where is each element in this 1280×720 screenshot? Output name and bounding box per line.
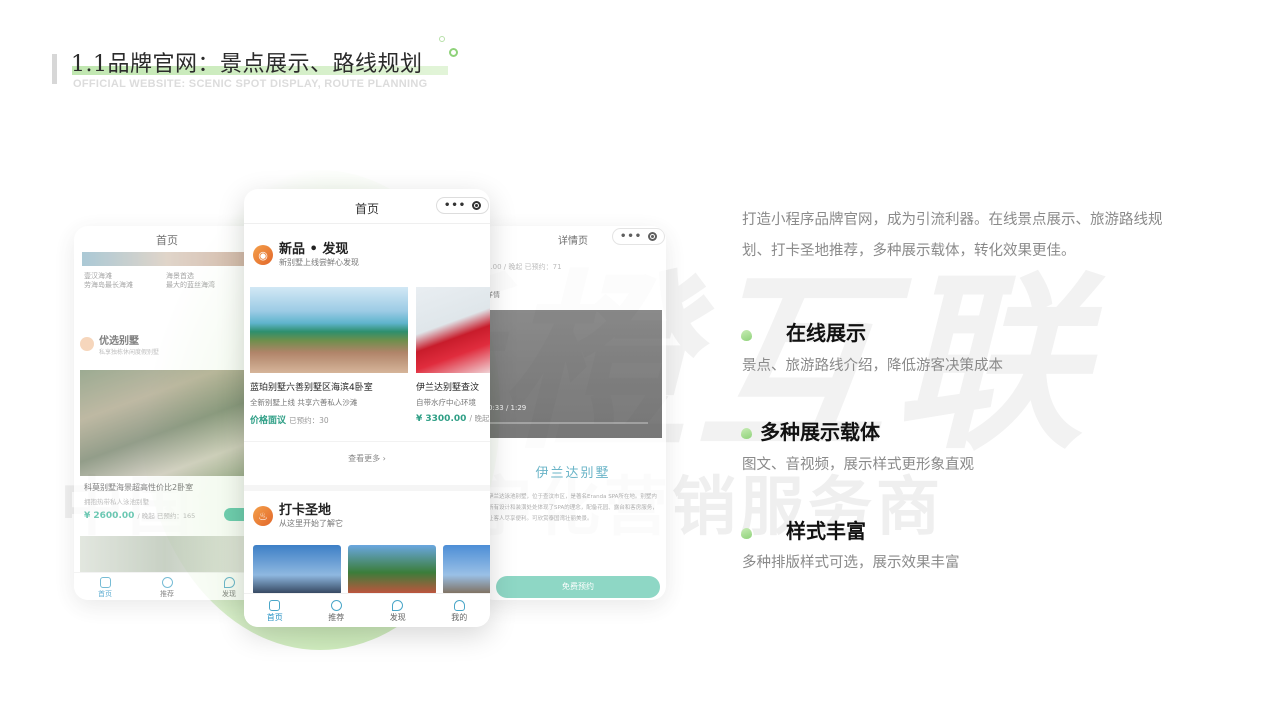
title-bar-accent <box>52 54 57 84</box>
checkin-photo-2[interactable] <box>348 545 436 595</box>
feature-title: 多种展示载体 <box>760 420 880 444</box>
video-time: 0:33 / 1:29 <box>488 404 527 412</box>
villa-card-1[interactable]: 蓝珀别墅六善别墅区海滨4卧室 全新别墅上线 共享六善私人沙滩 价格面议 已预约：… <box>250 287 408 426</box>
leaf-dot-icon <box>741 528 752 539</box>
eye-icon: ◉ <box>253 245 273 265</box>
phone-home-main: 首页 ••• ◉ 新品 • 发现 新别墅上线尝鲜心发现 蓝珀别墅六善别墅区海滨4… <box>244 189 490 627</box>
crown-icon <box>80 337 94 351</box>
decor-circle-small-icon <box>439 36 445 42</box>
villa-card-2-name: 伊兰达别墅查汶 <box>416 383 480 393</box>
villa-card-desc: 拥抱热带私人泳池别墅 <box>84 498 149 506</box>
villa-card-1-desc: 全新别墅上线 共享六善私人沙滩 <box>250 398 358 407</box>
video-progress-bar[interactable] <box>488 422 648 424</box>
section-checkin-header: ♨ 打卡圣地 从这里开始了解它 <box>253 503 343 529</box>
miniapp-capsule[interactable]: ••• <box>436 197 490 214</box>
home-icon <box>269 600 281 611</box>
tab-bar: 首页 推荐 发现 <box>74 572 260 600</box>
villa-card-1-name: 蓝珀别墅六善别墅区海滨4卧室 <box>250 383 373 393</box>
villa-photo[interactable] <box>80 370 250 476</box>
villa-card-1-photo <box>250 287 408 373</box>
tab-home[interactable]: 首页 <box>267 600 283 627</box>
compass-icon <box>330 600 342 611</box>
tab-bar: 首页 推荐 发现 我的 <box>244 593 490 627</box>
villa-card-2[interactable]: 伊兰达别墅查汶 自带水疗中心环境 ¥ 3300.00 / 晚起 <box>416 287 490 424</box>
tab-discover[interactable]: 发现 <box>390 600 406 627</box>
leaf-dot-icon <box>741 330 752 341</box>
phone-home-secondary: 首页 壹汉海滩 劳海岛最长海滩 海景首选 最大的蓝丝海湾 优选别墅 私享独栋休闲… <box>74 226 260 600</box>
tab-recommend[interactable]: 推荐 <box>160 577 174 600</box>
section-new-header: ◉ 新品 • 发现 新别墅上线尝鲜心发现 <box>253 242 359 268</box>
villa-card-name: 科莫别墅海景超高性价比2卧室 <box>84 483 194 492</box>
section-checkin-subtitle: 从这里开始了解它 <box>279 519 343 528</box>
decor-circle-icon <box>449 48 458 57</box>
villa-card-2-price: ¥ 3300.00 / 晚起 <box>416 414 490 424</box>
close-icon[interactable] <box>472 201 482 210</box>
home-icon <box>99 577 111 588</box>
villa-card-1-price: 价格面议 已预约：30 <box>250 416 329 426</box>
section-villa-title: 优选别墅 <box>99 336 139 347</box>
phone-left-title: 首页 <box>156 234 178 247</box>
villa-description: 伊兰达泳池别墅，位于查汶市区，是著名Eranda SPA所在地。别墅内所有设计和… <box>488 494 658 522</box>
leaf-dot-icon <box>741 428 752 439</box>
divider <box>244 485 490 491</box>
feature-title: 在线展示 <box>786 321 866 345</box>
section-new-title: 新品 • 发现 <box>279 242 349 257</box>
villa-card-price: ¥ 2600.00 / 晚起 已预约：165 <box>84 511 196 521</box>
compass-icon <box>161 577 173 588</box>
banner-images <box>82 252 252 266</box>
user-icon <box>453 600 465 611</box>
miniapp-capsule[interactable]: ••• <box>612 228 666 245</box>
villa-card-2-photo <box>416 287 490 373</box>
feature-desc: 多种排版样式可选，展示效果丰富 <box>742 555 960 571</box>
page-title: 1.1品牌官网：景点展示、路线规划 <box>71 52 423 77</box>
intro-paragraph: 打造小程序品牌官网，成为引流利器。在线景点展示、旅游路线规划、打卡圣地推荐，多种… <box>742 212 1163 259</box>
page-subtitle: OFFICIAL WEBSITE: SCENIC SPOT DISPLAY, R… <box>73 78 428 90</box>
detail-price-line: 3.00 / 晚起 已预约：71 <box>486 263 562 271</box>
section-villa-subtitle: 私享独栋休闲度假别墅 <box>99 349 160 356</box>
banner-caption-1: 壹汉海滩 劳海岛最长海滩 <box>84 272 133 289</box>
checkin-photo-1[interactable] <box>253 545 341 595</box>
phone-detail: 详情页 ••• 3.00 / 晚起 已预约：71 详情 0:33 / 1:29 … <box>480 226 666 600</box>
checkin-photo-3[interactable] <box>443 545 490 595</box>
free-booking-button[interactable]: 免费预约 <box>496 576 660 598</box>
villa-logo-text: 伊兰达别墅 <box>535 466 611 481</box>
flame-icon: ♨ <box>253 506 273 526</box>
view-more-link[interactable]: 查看更多 › <box>244 453 490 464</box>
tab-mine[interactable]: 我的 <box>451 600 467 627</box>
tab-home[interactable]: 首页 <box>98 577 112 600</box>
section-checkin-title: 打卡圣地 <box>279 503 332 518</box>
feature-desc: 图文、音视频，展示样式更形象直观 <box>742 457 974 473</box>
video-player[interactable] <box>484 310 662 438</box>
location-icon <box>223 577 235 588</box>
section-new-subtitle: 新别墅上线尝鲜心发现 <box>279 258 359 267</box>
section-villa-header: 优选别墅 私享独栋休闲度假别墅 <box>80 332 159 356</box>
divider <box>244 441 490 442</box>
divider <box>244 223 490 224</box>
more-icon[interactable]: ••• <box>620 231 642 242</box>
location-icon <box>392 600 404 611</box>
tab-discover[interactable]: 发现 <box>222 577 236 600</box>
villa-photo-2[interactable] <box>80 536 250 572</box>
feature-desc: 景点、旅游路线介绍，降低游客决策成本 <box>742 358 1003 374</box>
tab-recommend[interactable]: 推荐 <box>328 600 344 627</box>
villa-card-2-desc: 自带水疗中心环境 <box>416 398 476 407</box>
feature-title: 样式丰富 <box>786 519 866 543</box>
more-icon[interactable]: ••• <box>444 200 466 211</box>
close-icon[interactable] <box>648 232 658 241</box>
banner-caption-2: 海景首选 最大的蓝丝海湾 <box>166 272 215 289</box>
